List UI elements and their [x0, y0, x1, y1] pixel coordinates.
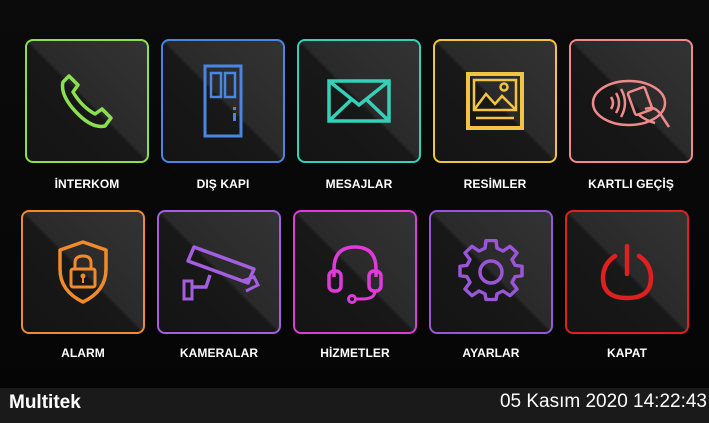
door-icon — [203, 64, 243, 138]
tile-interkom[interactable] — [25, 39, 149, 163]
tile-label-kartli-gecis: KARTLI GEÇİŞ — [588, 177, 674, 191]
date-time: 05 Kasım 2020 14:22:43 — [499, 391, 707, 412]
tile-label-interkom: İNTERKOM — [54, 177, 120, 191]
card-reader-icon — [591, 79, 671, 128]
tile-ayarlar[interactable] — [429, 210, 553, 334]
tile-label-kapat: KAPAT — [606, 346, 648, 360]
tile-label-kameralar: KAMERALAR — [179, 346, 259, 360]
tile-resimler[interactable] — [433, 39, 557, 163]
phone-icon — [60, 74, 113, 129]
tile-kameralar[interactable] — [157, 210, 281, 334]
tile-label-dis-kapi: DIŞ KAPI — [196, 177, 250, 191]
tile-kartli-gecis[interactable] — [569, 39, 693, 163]
tile-kapat[interactable] — [565, 210, 689, 334]
tile-label-resimler: RESİMLER — [463, 177, 527, 191]
brand-name: Multitek — [9, 392, 81, 413]
gear-icon — [458, 238, 524, 302]
shield-lock-icon — [58, 240, 108, 304]
tile-hizmetler[interactable] — [293, 210, 417, 334]
tile-dis-kapi[interactable] — [161, 39, 285, 163]
envelope-icon — [327, 79, 391, 123]
tile-label-ayarlar: AYARLAR — [462, 346, 520, 360]
security-camera-icon — [182, 245, 261, 301]
tile-label-hizmetler: HİZMETLER — [320, 346, 390, 360]
picture-icon — [466, 72, 524, 130]
power-icon — [600, 243, 654, 301]
home-screen: İNTERKOM DIŞ KAPI MESAJLAR RESİMLER KART… — [0, 0, 709, 388]
tile-label-mesajlar: MESAJLAR — [325, 177, 393, 191]
tile-alarm[interactable] — [21, 210, 145, 334]
tile-label-alarm: ALARM — [61, 346, 105, 360]
headset-icon — [327, 245, 383, 304]
tile-mesajlar[interactable] — [297, 39, 421, 163]
